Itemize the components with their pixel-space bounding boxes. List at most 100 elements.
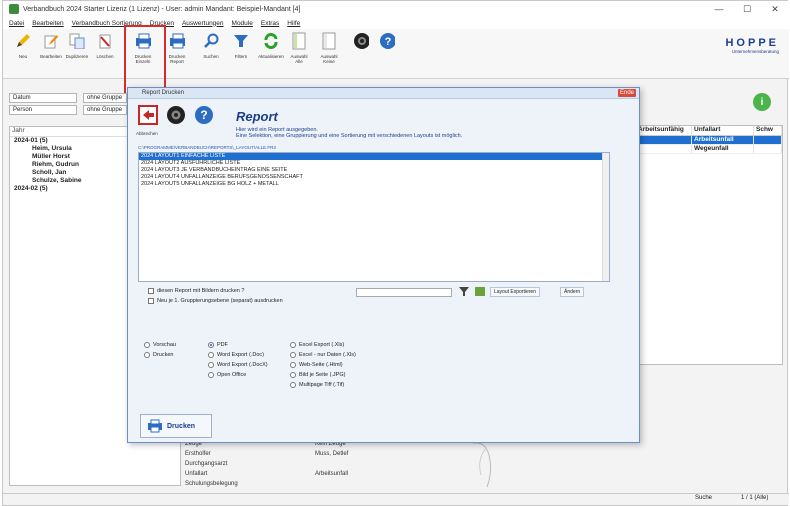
menu-hilfe[interactable]: Hilfe xyxy=(287,20,300,27)
radio[interactable] xyxy=(290,372,296,378)
format-docx-option[interactable]: Word Export (.DocX) xyxy=(208,362,268,368)
list-item[interactable]: 2024 LAYOUT4 UNFALLANZEIGE BERUFSGENOSSE… xyxy=(139,174,609,181)
print-button[interactable]: Drucken xyxy=(140,414,212,438)
grid-header: Arbeitsunfähig Unfallart Schw xyxy=(636,126,782,136)
exit-button[interactable] xyxy=(138,105,158,125)
format-tiff-option[interactable]: Multipage Tiff (.Tif) xyxy=(290,382,344,388)
dialog-help-button[interactable]: ? xyxy=(194,105,214,125)
radio[interactable] xyxy=(290,342,296,348)
duplicate-button[interactable]: Duplizieren xyxy=(66,31,88,75)
filter-field-1[interactable]: Datum xyxy=(9,93,77,103)
filter-field-2[interactable]: Person xyxy=(9,105,77,115)
dialog-screenshot-button[interactable] xyxy=(166,105,186,125)
app-window: Verbandbuch 2024 Starter Lizenz (1 Lizen… xyxy=(2,0,789,506)
svg-text:?: ? xyxy=(200,108,207,122)
hoppe-logo: HOPPE Unternehmensberatung xyxy=(725,37,779,54)
format-doc-option[interactable]: Word Export (.Doc) xyxy=(208,352,264,358)
dialog-title-bar: Report Drucken Ende xyxy=(128,88,639,99)
filter-button[interactable]: Filtern xyxy=(231,31,251,75)
info-button[interactable]: i xyxy=(753,93,771,111)
layout-edit-button[interactable]: Ändern xyxy=(560,287,585,297)
svg-text:?: ? xyxy=(385,36,392,48)
menu-bearbeiten[interactable]: Bearbeiten xyxy=(32,20,63,27)
layout-icon[interactable] xyxy=(474,287,486,297)
table-cell xyxy=(754,136,782,144)
format-openoffice-option[interactable]: Open Office xyxy=(208,372,246,378)
list-item[interactable]: 2024 LAYOUT1 EINFACHE LISTE xyxy=(139,153,609,160)
column-header[interactable]: Schw xyxy=(754,126,782,135)
output-print-option[interactable]: Drucken xyxy=(144,352,173,358)
checkbox[interactable] xyxy=(148,298,154,304)
detail-area: Zeuge Kein Zeuge Erstholfer Muss, Detlef D… xyxy=(185,441,635,493)
format-xls-data-option[interactable]: Excel - nur Daten (.Xls) xyxy=(290,352,356,358)
window-controls: — ☐ ✕ xyxy=(705,1,789,17)
print-report-button[interactable]: Drucken Report xyxy=(167,31,187,75)
pencil-icon xyxy=(15,31,31,51)
window-title: Verbandbuch 2024 Starter Lizenz (1 Lizen… xyxy=(23,5,301,13)
report-path: C:\PROGRAMME\VERBANDBUCH\REPORTS\_LAYOUT… xyxy=(138,145,276,150)
radio[interactable] xyxy=(290,352,296,358)
output-preview-option[interactable]: Vorschau xyxy=(144,342,176,348)
radio[interactable] xyxy=(290,382,296,388)
list-scrollbar[interactable] xyxy=(602,153,609,281)
detail-label: Durchgangsarzt xyxy=(185,461,228,467)
info-icon: i xyxy=(760,96,764,108)
select-all-button[interactable]: Auswahl Alle xyxy=(289,31,309,75)
filter-icon[interactable] xyxy=(458,287,470,297)
radio[interactable] xyxy=(144,342,150,348)
filter-group-1[interactable]: ohne Gruppe xyxy=(83,93,127,103)
menu-extras[interactable]: Extras xyxy=(261,20,279,27)
filter-icon xyxy=(233,31,249,51)
maximize-button[interactable]: ☐ xyxy=(733,1,761,17)
hint-line: Eine Selektion, eine Gruppierung und ein… xyxy=(236,133,463,139)
search-button[interactable]: Suchen xyxy=(201,31,221,75)
new-per-group-option[interactable]: Neu je 1. Gruppierungsebene (separat) au… xyxy=(148,298,283,304)
format-xls-option[interactable]: Excel Export (.Xls) xyxy=(290,342,344,348)
table-row[interactable]: Wegeunfall xyxy=(636,145,782,154)
data-grid: Arbeitsunfähig Unfallart Schw Arbeitsunf… xyxy=(635,125,783,365)
print-button-label: Drucken xyxy=(167,422,196,430)
layout-export-button[interactable]: Layout Exportieren xyxy=(490,287,540,297)
filter-group-2[interactable]: ohne Gruppe xyxy=(83,105,127,115)
radio[interactable] xyxy=(208,372,214,378)
table-cell xyxy=(636,136,692,144)
delete-button[interactable]: Löschen xyxy=(95,31,115,75)
help-button[interactable]: ? xyxy=(377,31,397,75)
layout-name-input[interactable] xyxy=(356,288,452,297)
print-with-images-option[interactable]: diesen Report mit Bildern drucken ? xyxy=(148,288,244,294)
format-jpg-option[interactable]: Bild je Seite (.JPG) xyxy=(290,372,345,378)
help-icon: ? xyxy=(379,31,395,51)
menu-datei[interactable]: Datei xyxy=(9,20,24,27)
detail-label: Unfallart xyxy=(185,471,208,477)
minimize-button[interactable]: — xyxy=(705,1,733,17)
new-button[interactable]: Neu xyxy=(13,31,33,75)
format-pdf-option[interactable]: PDF xyxy=(208,342,228,348)
column-header[interactable]: Arbeitsunfähig xyxy=(636,126,692,135)
table-cell xyxy=(636,145,692,153)
radio[interactable] xyxy=(290,362,296,368)
list-item[interactable]: 2024 LAYOUT3 JE VERBANDBUCHEINTRAG EINE … xyxy=(139,167,609,174)
edit-button[interactable]: Bearbeiten xyxy=(40,31,62,75)
dialog-close-button[interactable]: Ende xyxy=(618,89,636,97)
body-figure xyxy=(472,442,492,488)
table-cell xyxy=(754,145,782,153)
checkbox[interactable] xyxy=(148,288,154,294)
radio[interactable] xyxy=(208,352,214,358)
select-none-button[interactable]: Auswahl Keine xyxy=(319,31,339,75)
status-count: 1 / 1 (Alle) xyxy=(741,495,769,501)
format-html-option[interactable]: Web-Seite (.Html) xyxy=(290,362,343,368)
menu-module[interactable]: Module xyxy=(232,20,253,27)
list-item[interactable]: 2024 LAYOUT5 UNFALLANZEIGE BG HOLZ + MET… xyxy=(139,181,609,188)
close-button[interactable]: ✕ xyxy=(761,1,789,17)
list-item[interactable]: 2024 LAYOUT2 AUSFÜHRLICHE LISTE xyxy=(139,160,609,167)
column-header[interactable]: Unfallart xyxy=(692,126,754,135)
radio[interactable] xyxy=(208,362,214,368)
screenshot-button[interactable] xyxy=(351,31,371,75)
radio[interactable] xyxy=(208,342,214,348)
output-options: Vorschau Drucken PDF Word Export (.Doc) … xyxy=(144,336,404,406)
refresh-button[interactable]: Aktualisieren xyxy=(258,31,284,75)
menu-auswertungen[interactable]: Auswertungen xyxy=(182,20,224,27)
table-row[interactable]: Arbeitsunfall xyxy=(636,136,782,145)
dialog-hint: Hier wird ein Report ausgegeben. Eine Se… xyxy=(236,127,462,139)
radio[interactable] xyxy=(144,352,150,358)
